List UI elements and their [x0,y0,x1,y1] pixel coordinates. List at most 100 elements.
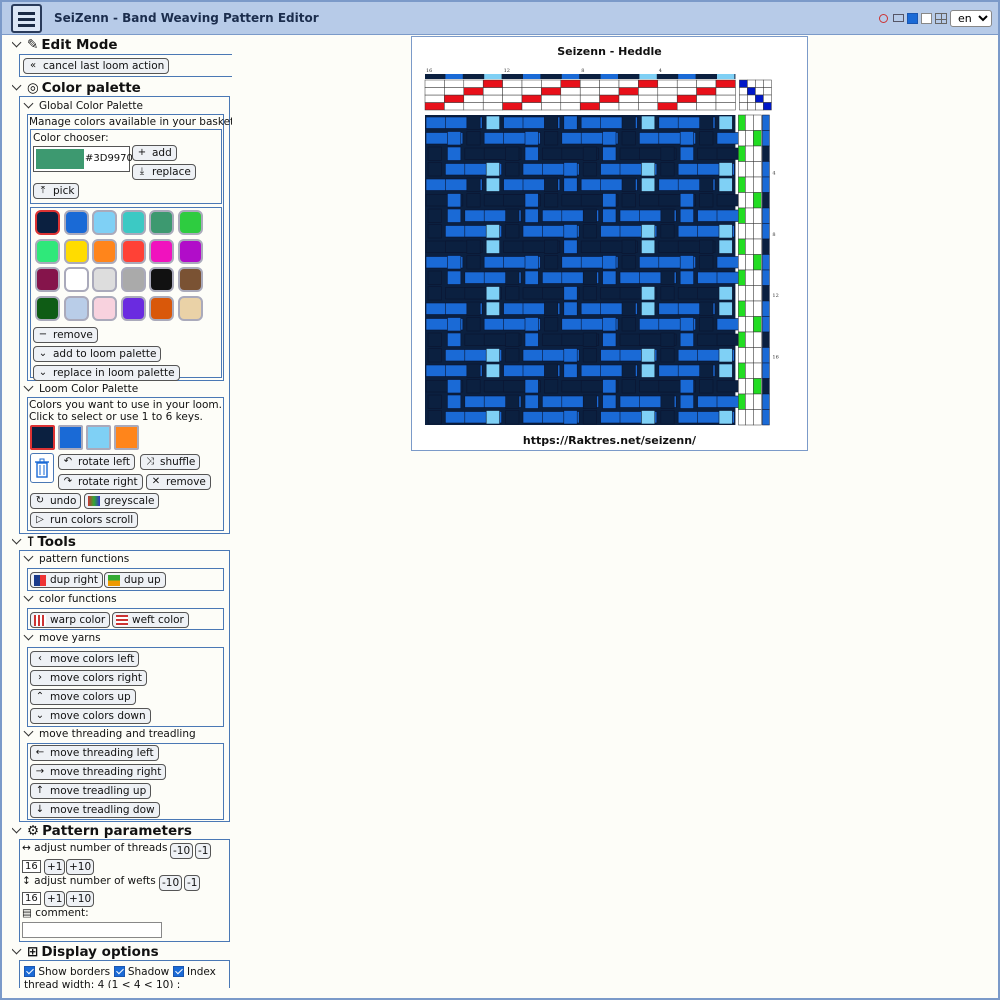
global-color-swatch[interactable] [35,295,60,321]
move-colors-up-button[interactable]: ⌃ move colors up [30,689,136,705]
move-colors-down-button[interactable]: ⌄ move colors down [30,708,151,724]
loom-palette-header[interactable]: Loom Color Palette [24,383,138,395]
global-color-swatch[interactable] [63,238,89,264]
dup-up-button[interactable]: dup up [104,572,166,588]
warp-color-button[interactable]: warp color [30,612,111,628]
replace-color-button[interactable]: ⤓ replace [132,164,196,180]
pattern-functions-header[interactable]: pattern functions [24,553,129,565]
cancel-last-action-button[interactable]: «cancel last loom action [23,58,170,74]
chooser-color-swatch[interactable] [36,149,84,169]
threading-cell [521,87,542,96]
weaving-draft[interactable]: 16 12 8 4 4 8 12 16 [424,65,796,431]
global-color-swatch[interactable] [35,238,60,264]
checkbox-icon[interactable] [907,12,918,24]
edit-mode-header[interactable]: ✎ Edit Mode [12,37,118,53]
global-color-swatch[interactable] [120,267,146,292]
rotate-left-button[interactable]: ↶ rotate left [58,454,135,470]
display-options-header[interactable]: ⊞ Display options [12,944,159,960]
global-color-swatch[interactable] [120,210,146,235]
global-color-swatch[interactable] [92,295,117,321]
loom-color-swatch[interactable] [58,425,83,450]
move-threading-left-button[interactable]: ← move threading left [30,745,159,761]
threads-plus-10-button[interactable]: +10 [66,859,95,875]
global-color-swatch[interactable] [92,210,117,235]
weft-color-cell [762,316,770,333]
warp-float [447,208,462,223]
hamburger-menu-button[interactable] [11,4,42,33]
threads-plus-1-button[interactable]: +1 [44,859,66,875]
tools-header[interactable]: ⊺ Tools [12,534,76,550]
global-color-swatch[interactable] [120,238,146,264]
move-yarns-header[interactable]: move yarns [24,632,101,644]
replace-in-loom-palette-button[interactable]: ⌄ replace in loom palette [33,365,180,381]
warp-float [699,301,714,316]
shadow-checkbox[interactable] [113,966,125,977]
trash-button[interactable] [30,453,54,483]
shuffle-button[interactable]: ⤨ shuffle [140,454,201,470]
rotate-right-button[interactable]: ↷ rotate right [58,474,143,490]
move-colors-right-button[interactable]: › move colors right [30,670,147,686]
threading-cell [444,94,465,103]
color-functions-header[interactable]: color functions [24,593,117,605]
remove-loom-color-button[interactable]: ✕ remove [146,474,211,490]
move-colors-left-button[interactable]: ‹ move colors left [30,651,140,667]
threading-cell [715,87,736,96]
global-color-swatch[interactable] [177,267,203,292]
global-color-swatch[interactable] [63,295,89,321]
global-color-swatch[interactable] [177,210,203,235]
global-color-swatch[interactable] [92,238,117,264]
global-color-swatch[interactable] [149,238,174,264]
global-color-swatch[interactable] [149,267,174,292]
show-borders-checkbox[interactable] [24,966,35,977]
add-to-loom-palette-button[interactable]: ⌄ add to loom palette [33,346,162,362]
color-chooser-field[interactable]: #3D9970 [33,146,133,172]
global-color-swatch[interactable] [35,267,60,292]
global-color-swatch[interactable] [149,210,174,235]
layout-grid-icon[interactable] [935,12,947,24]
threads-minus-1-button[interactable]: -1 [195,843,212,859]
monitor-icon[interactable] [893,14,904,22]
global-color-swatch[interactable] [35,210,60,235]
remove-color-button[interactable]: − remove [33,327,98,343]
tick-label: 16 [426,68,432,74]
move-treadling-down-button[interactable]: ↓ move treadling dow [30,802,160,818]
comment-textarea[interactable] [22,922,162,938]
loom-color-swatch[interactable] [30,425,55,450]
global-color-swatch[interactable] [63,210,89,235]
wefts-plus-10-button[interactable]: +10 [66,891,95,907]
run-colors-scroll-button[interactable]: ▷ run colors scroll [30,512,139,528]
color-palette-header[interactable]: ◎ Color palette [12,80,141,96]
add-color-button[interactable]: + add [132,145,177,161]
greyscale-button[interactable]: ▦greyscale [84,493,160,509]
wefts-minus-1-button[interactable]: -1 [184,875,201,891]
language-select[interactable]: en [950,9,992,27]
global-color-swatch[interactable] [92,267,117,292]
move-treadling-up-button[interactable]: ↑ move treadling up [30,783,152,799]
wefts-minus-10-button[interactable]: -10 [159,875,183,891]
loom-color-swatch[interactable] [114,425,139,450]
global-color-swatch[interactable] [149,295,174,321]
global-palette-panel: Manage colors available in your basket C… [27,114,232,381]
global-color-swatch[interactable] [120,295,146,321]
dup-right-button[interactable]: dup right [30,572,103,588]
move-threading-right-button[interactable]: → move threading right [30,764,167,780]
undo-button[interactable]: ↻ undo [30,493,82,509]
wefts-value[interactable]: 16 [22,892,41,905]
threads-minus-10-button[interactable]: -10 [170,843,194,859]
square-icon[interactable] [921,12,932,24]
loom-color-swatch[interactable] [86,425,111,450]
global-palette-header[interactable]: Global Color Palette [24,100,143,112]
weft-color-button[interactable]: weft color [112,612,189,628]
global-color-swatch[interactable] [63,267,89,292]
threads-value[interactable]: 16 [22,860,41,873]
user-icon[interactable] [879,13,888,23]
tieup-cell [747,94,756,103]
move-threading-header[interactable]: move threading and treadling [24,728,196,740]
index-checkbox[interactable] [172,966,184,977]
global-color-swatch[interactable] [177,238,203,264]
pattern-parameters-header[interactable]: ⚙ Pattern parameters [12,823,192,839]
wefts-plus-1-button[interactable]: +1 [44,891,66,907]
tieup-cell [747,102,756,111]
global-color-swatch[interactable] [177,295,203,321]
pick-color-button[interactable]: ⤒ pick [33,183,80,199]
